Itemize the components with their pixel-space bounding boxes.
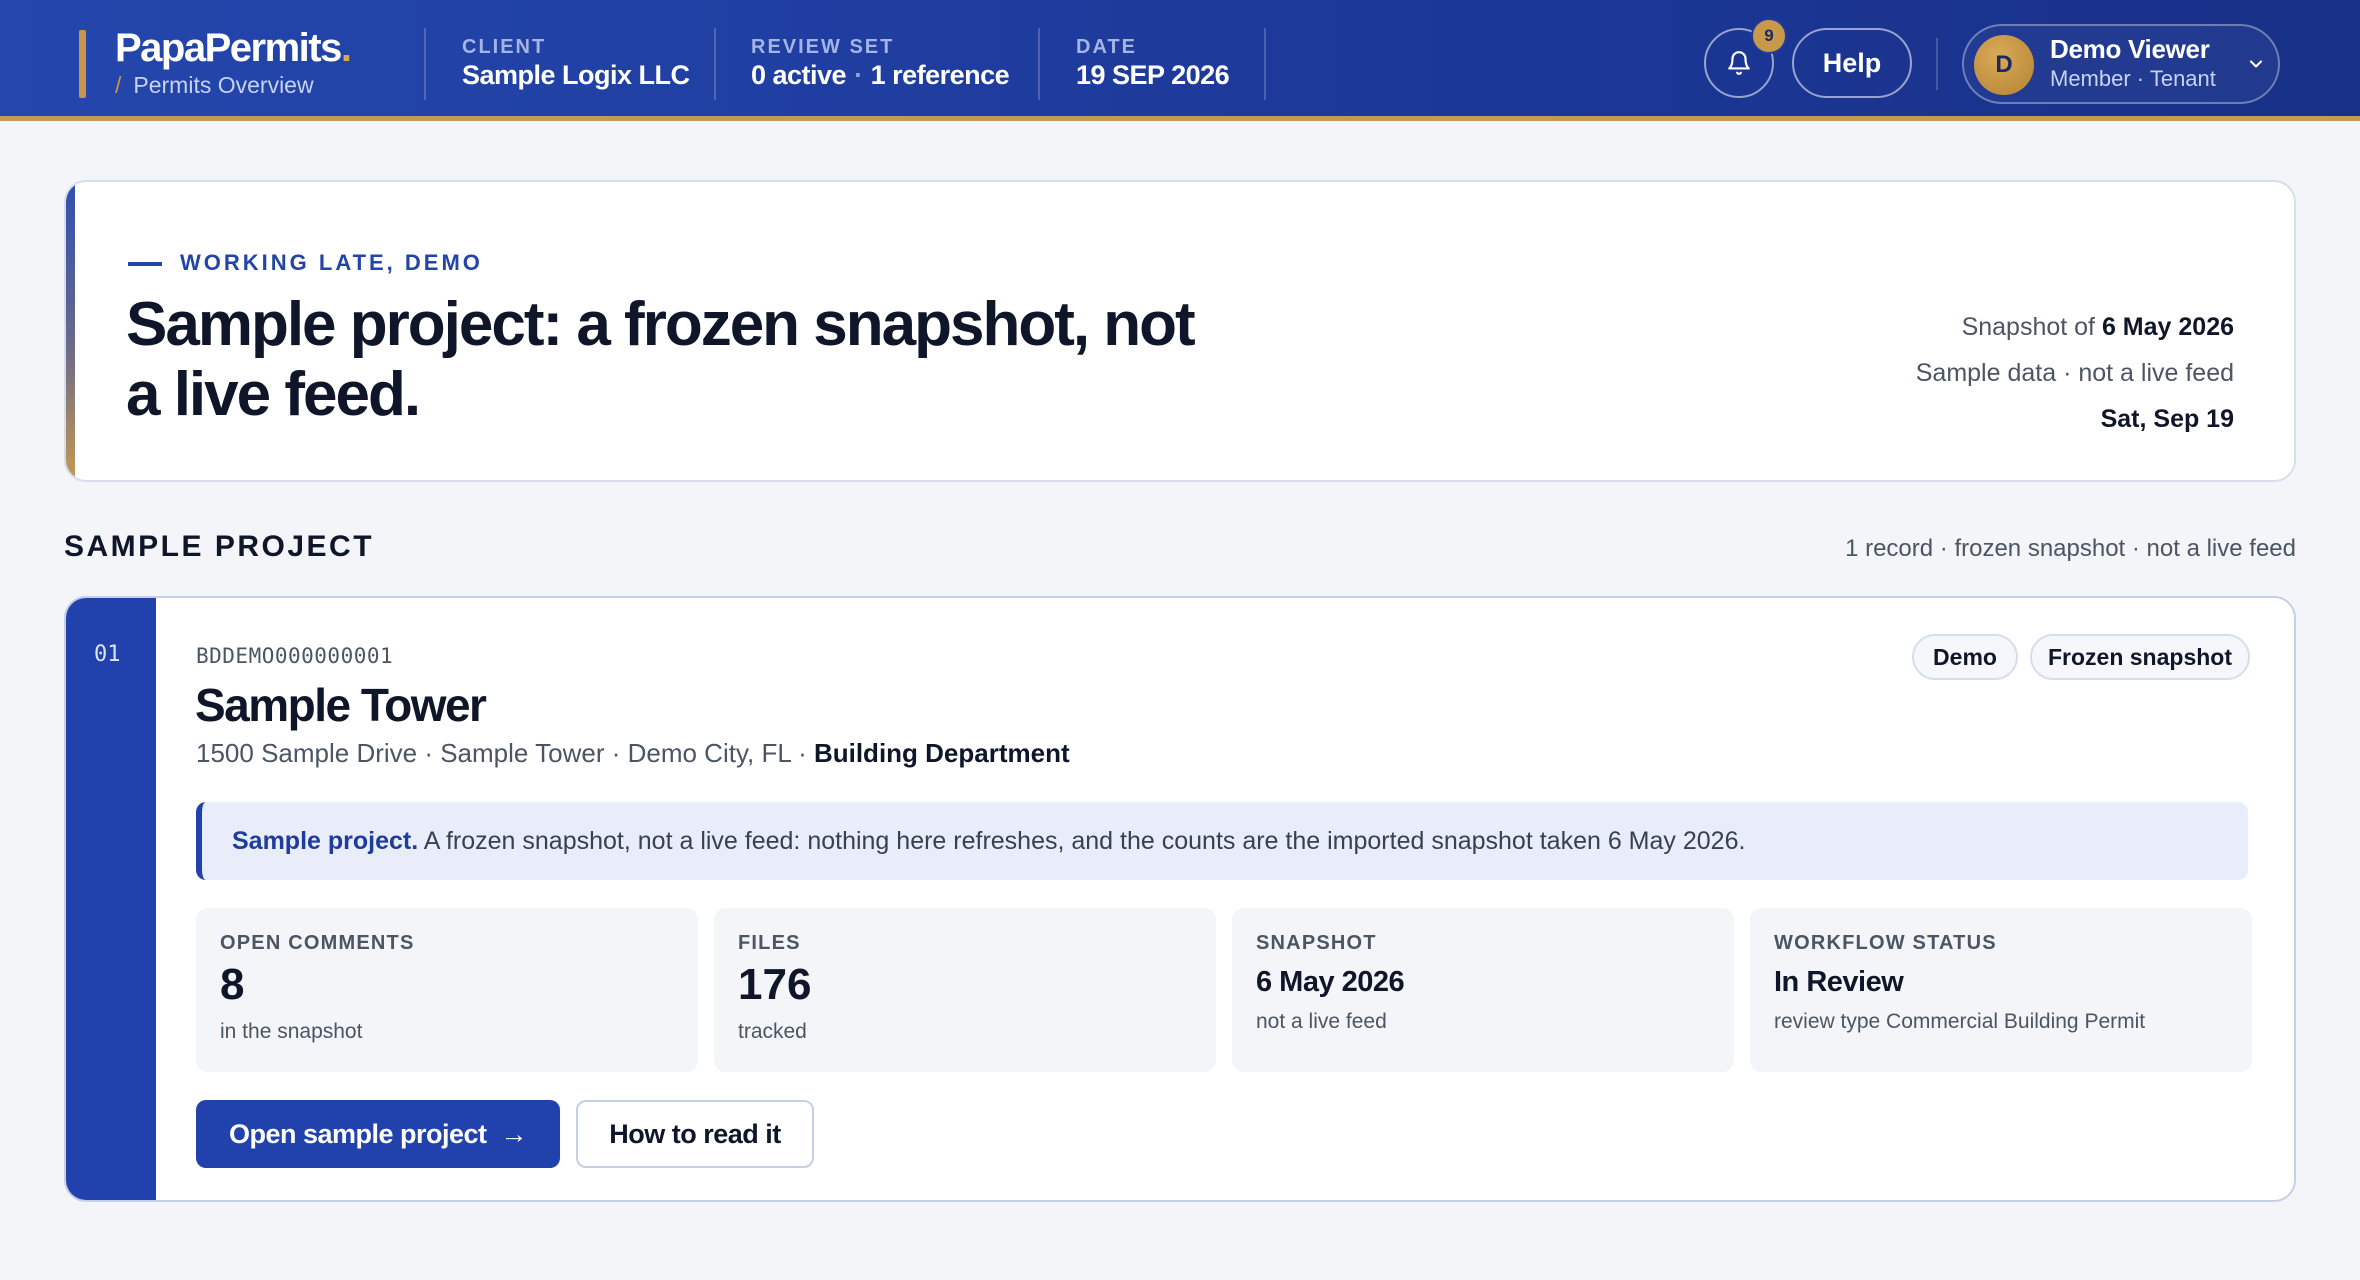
project-number: 01 xyxy=(94,642,121,667)
project-rail: 01 xyxy=(66,598,156,1200)
review-reference-count: 1 reference xyxy=(870,60,1010,90)
stat-value: 6 May 2026 xyxy=(1256,966,1405,998)
stat-label: WORKFLOW STATUS xyxy=(1774,932,1997,954)
stat-sub: tracked xyxy=(738,1020,807,1043)
user-menu[interactable]: D Demo Viewer Member · Tenant xyxy=(1962,24,2280,104)
brand-accent-bar xyxy=(79,30,86,98)
header-divider xyxy=(1264,28,1266,100)
notice-text: A frozen snapshot, not a live feed: noth… xyxy=(418,827,1746,855)
section-title: SAMPLE PROJECT xyxy=(64,530,375,563)
client-label: CLIENT xyxy=(462,36,547,58)
breadcrumb-current[interactable]: Permits Overview xyxy=(133,72,313,98)
hero-meta: Snapshot of 6 May 2026 Sample data · not… xyxy=(1916,304,2234,442)
header-divider xyxy=(424,28,426,100)
review-set-value: 0 active · 1 reference xyxy=(751,60,1010,91)
notification-count-badge: 9 xyxy=(1751,18,1787,54)
top-bar: PapaPermits. / Permits Overview CLIENT Sa… xyxy=(0,0,2360,121)
review-active-count: 0 active xyxy=(751,60,847,90)
stat-files: FILES 176 tracked xyxy=(714,908,1216,1072)
stat-sub: in the snapshot xyxy=(220,1020,363,1043)
breadcrumb-separator: / xyxy=(115,72,122,98)
tag-frozen-snapshot: Frozen snapshot xyxy=(2030,634,2250,680)
user-role: Member · Tenant xyxy=(2050,66,2216,91)
open-button-label: Open sample project xyxy=(228,1118,487,1149)
brand-dot: . xyxy=(340,26,352,70)
breadcrumb: / Permits Overview xyxy=(115,72,314,99)
stat-open-comments: OPEN COMMENTS 8 in the snapshot xyxy=(196,908,698,1072)
snapshot-line: Snapshot of 6 May 2026 xyxy=(1961,313,2234,341)
snapshot-date: 6 May 2026 xyxy=(2101,313,2234,341)
bell-icon xyxy=(1728,51,1750,75)
header-divider xyxy=(714,28,716,100)
notice-heading: Sample project. xyxy=(232,827,419,855)
date-value: 19 SEP 2026 xyxy=(1076,60,1230,90)
review-set-label: REVIEW SET xyxy=(751,36,895,58)
stat-sub: not a live feed xyxy=(1256,1010,1387,1033)
stat-label: SNAPSHOT xyxy=(1256,932,1377,954)
greeting-card: WORKING LATE, DEMO Sample project: a fro… xyxy=(64,180,2296,482)
arrow-right-icon: → xyxy=(500,1118,528,1149)
tag-demo: Demo xyxy=(1912,634,2018,680)
help-button[interactable]: Help xyxy=(1792,28,1912,98)
greeting-eyebrow: WORKING LATE, DEMO xyxy=(180,250,483,275)
eyebrow-line xyxy=(128,262,162,266)
chevron-down-icon xyxy=(2249,60,2263,68)
stat-sub: review type Commercial Building Permit xyxy=(1774,1010,2146,1033)
open-sample-project-button[interactable]: Open sample project → xyxy=(196,1100,560,1168)
sample-note: Sample data · not a live feed xyxy=(1915,359,2234,387)
stat-value: In Review xyxy=(1774,966,1904,998)
today-date: Sat, Sep 19 xyxy=(2100,405,2234,433)
hero-title: Sample project: a frozen snapshot, not a… xyxy=(126,290,1196,429)
stat-label: FILES xyxy=(738,932,801,954)
stat-snapshot: SNAPSHOT 6 May 2026 not a live feed xyxy=(1232,908,1734,1072)
hero-accent-bar xyxy=(66,182,75,480)
header-divider xyxy=(1936,38,1938,90)
user-name: Demo Viewer xyxy=(2050,34,2210,64)
sample-notice: Sample project. A frozen snapshot, not a… xyxy=(196,802,2248,880)
review-separator: · xyxy=(854,60,863,90)
stat-value: 8 xyxy=(220,960,245,1009)
brand-logo[interactable]: PapaPermits. xyxy=(115,26,352,71)
stat-value: 176 xyxy=(738,960,812,1009)
client-value: Sample Logix LLC xyxy=(462,60,690,90)
header-divider xyxy=(1038,28,1040,100)
how-to-read-button[interactable]: How to read it xyxy=(576,1100,814,1168)
project-id: BDDEMO000000001 xyxy=(196,644,394,668)
avatar: D xyxy=(1974,35,2034,95)
project-department: Building Department xyxy=(813,738,1070,768)
section-meta: 1 record · frozen snapshot · not a live … xyxy=(1845,535,2296,562)
project-card: 01 BDDEMO000000001 Sample Tower 1500 Sam… xyxy=(64,596,2296,1202)
project-name[interactable]: Sample Tower xyxy=(195,678,487,732)
stat-workflow-status: WORKFLOW STATUS In Review review type Co… xyxy=(1750,908,2252,1072)
stat-label: OPEN COMMENTS xyxy=(220,932,415,954)
date-label: DATE xyxy=(1076,36,1137,58)
project-address: 1500 Sample Drive · Sample Tower · Demo … xyxy=(196,738,1070,768)
